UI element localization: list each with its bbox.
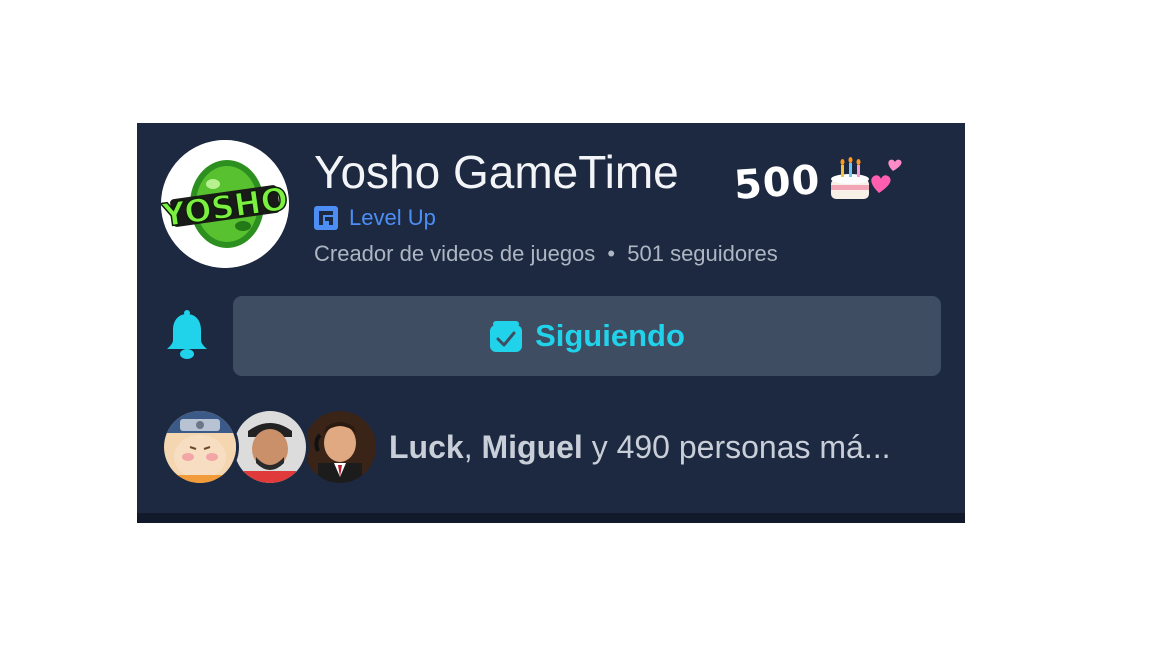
bell-icon — [167, 310, 207, 359]
following-button[interactable]: Siguiendo — [233, 296, 941, 376]
category-text: Creador de videos de juegos — [314, 241, 596, 266]
friend-name-1[interactable]: Luck — [389, 429, 464, 465]
friend-comma: , — [463, 428, 473, 465]
friend-avatar-1 — [161, 408, 239, 486]
separator-dot: • — [607, 241, 616, 266]
profile-avatar[interactable]: YOSHO — [161, 140, 289, 268]
friend-name-2[interactable]: Miguel — [481, 429, 582, 465]
yosho-logo-icon: YOSHO — [161, 140, 289, 268]
following-check-icon — [490, 321, 523, 352]
milestone-overlay: 500 — [732, 149, 907, 217]
friends-rest: y 490 personas má... — [591, 428, 891, 465]
page-card: YOSHO Yosho GameTime 500 Level Up Creado… — [137, 123, 965, 523]
milestone-number: 500 — [732, 157, 822, 209]
page-title: Yosho GameTime — [314, 146, 679, 198]
level-up-label: Level Up — [349, 205, 436, 230]
notification-bell-button[interactable] — [164, 310, 210, 362]
mutual-friends-text: Luck, Miguel y 490 personas má... — [389, 429, 891, 466]
profile-meta: Creador de videos de juegos • 501 seguid… — [314, 241, 778, 267]
friend-avatar-3 — [301, 408, 379, 486]
card-divider — [137, 513, 965, 523]
mutual-friends-row[interactable]: Luck, Miguel y 490 personas má... — [161, 408, 891, 486]
following-label: Siguiendo — [535, 318, 685, 353]
friend-avatar-2 — [231, 408, 309, 486]
cake-hearts-icon — [827, 149, 907, 217]
level-up-icon — [314, 206, 338, 230]
followers-count[interactable]: 501 seguidores — [627, 241, 777, 266]
level-up-badge[interactable]: Level Up — [314, 205, 436, 231]
